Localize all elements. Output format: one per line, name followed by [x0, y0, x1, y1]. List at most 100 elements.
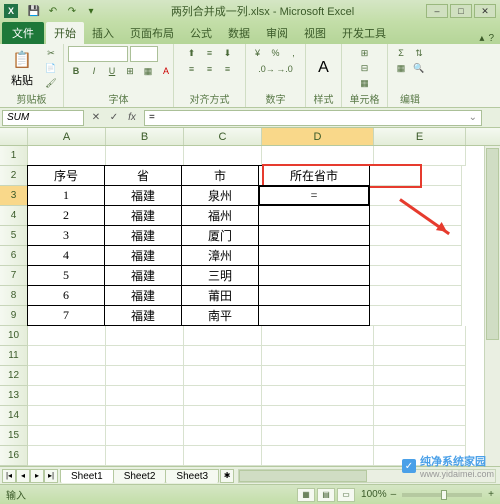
cell-D7[interactable] — [258, 265, 370, 286]
row-header-5[interactable]: 5 — [0, 226, 28, 246]
row-header-13[interactable]: 13 — [0, 386, 28, 406]
cell-B16[interactable] — [106, 446, 184, 466]
cell-A8[interactable]: 6 — [27, 285, 105, 306]
row-header-12[interactable]: 12 — [0, 366, 28, 386]
tab-insert[interactable]: 插入 — [84, 22, 122, 44]
border-button[interactable]: ⊞ — [122, 64, 138, 78]
col-header-A[interactable]: A — [28, 128, 106, 145]
enter-formula-button[interactable]: ✓ — [106, 110, 122, 126]
col-header-C[interactable]: C — [184, 128, 262, 145]
maximize-button[interactable]: □ — [450, 4, 472, 18]
row-header-10[interactable]: 10 — [0, 326, 28, 346]
cell-C6[interactable]: 漳州 — [181, 245, 259, 266]
cell-D14[interactable] — [262, 406, 374, 426]
cell-C15[interactable] — [184, 426, 262, 446]
cell-B5[interactable]: 福建 — [104, 225, 182, 246]
row-header-4[interactable]: 4 — [0, 206, 28, 226]
font-name-select[interactable] — [68, 46, 128, 62]
row-header-9[interactable]: 9 — [0, 306, 28, 326]
cell-C5[interactable]: 厦门 — [181, 225, 259, 246]
italic-button[interactable]: I — [86, 64, 102, 78]
comma-button[interactable]: , — [286, 46, 302, 60]
cell-B7[interactable]: 福建 — [104, 265, 182, 286]
zoom-slider[interactable] — [402, 493, 482, 497]
font-size-select[interactable] — [130, 46, 158, 62]
cell-B6[interactable]: 福建 — [104, 245, 182, 266]
cell-D11[interactable] — [262, 346, 374, 366]
styles-button[interactable]: A — [310, 56, 337, 80]
sheet-nav-next[interactable]: ▸ — [30, 469, 44, 483]
cell-D9[interactable] — [258, 305, 370, 326]
cell-B2[interactable]: 省 — [104, 165, 182, 186]
cell-E3[interactable] — [370, 186, 462, 206]
decrease-decimal-button[interactable]: →.0 — [277, 62, 293, 76]
fill-button[interactable]: ▦ — [393, 61, 409, 75]
cell-E10[interactable] — [374, 326, 466, 346]
redo-button[interactable]: ↷ — [64, 3, 80, 19]
paste-button[interactable]: 📋 粘贴 — [4, 48, 40, 88]
zoom-out-button[interactable]: – — [391, 489, 397, 500]
cell-B13[interactable] — [106, 386, 184, 406]
format-cells-button[interactable]: ▦ — [359, 76, 370, 90]
cell-B15[interactable] — [106, 426, 184, 446]
currency-button[interactable]: ¥ — [250, 46, 266, 60]
delete-cells-button[interactable]: ⊟ — [360, 61, 370, 75]
undo-button[interactable]: ↶ — [45, 3, 61, 19]
fx-button[interactable]: fx — [124, 110, 140, 126]
tab-developer[interactable]: 开发工具 — [334, 22, 394, 44]
row-header-2[interactable]: 2 — [0, 166, 28, 186]
cell-D1[interactable] — [262, 146, 374, 166]
autosum-button[interactable]: Σ — [393, 46, 409, 60]
cell-B8[interactable]: 福建 — [104, 285, 182, 306]
cell-D12[interactable] — [262, 366, 374, 386]
cell-D3[interactable]: = — [258, 185, 370, 206]
cell-E5[interactable] — [370, 226, 462, 246]
cell-A16[interactable] — [28, 446, 106, 466]
cell-B11[interactable] — [106, 346, 184, 366]
align-middle-button[interactable]: ≡ — [202, 46, 218, 60]
sheet-nav-first[interactable]: |◂ — [2, 469, 16, 483]
fill-color-button[interactable]: ▦ — [140, 64, 156, 78]
cell-E14[interactable] — [374, 406, 466, 426]
cell-E8[interactable] — [370, 286, 462, 306]
row-header-16[interactable]: 16 — [0, 446, 28, 466]
expand-formula-bar[interactable]: ⌄ — [469, 112, 477, 123]
cell-A6[interactable]: 4 — [27, 245, 105, 266]
tab-review[interactable]: 审阅 — [258, 22, 296, 44]
sheet-nav-prev[interactable]: ◂ — [16, 469, 30, 483]
row-header-11[interactable]: 11 — [0, 346, 28, 366]
sheet-nav-last[interactable]: ▸| — [44, 469, 58, 483]
zoom-in-button[interactable]: + — [488, 489, 494, 500]
cell-B12[interactable] — [106, 366, 184, 386]
cell-E7[interactable] — [370, 266, 462, 286]
view-page-break-button[interactable]: ▭ — [337, 488, 355, 502]
cell-A5[interactable]: 3 — [27, 225, 105, 246]
cell-D6[interactable] — [258, 245, 370, 266]
percent-button[interactable]: % — [268, 46, 284, 60]
cancel-formula-button[interactable]: ✕ — [88, 110, 104, 126]
cell-D16[interactable] — [262, 446, 374, 466]
close-button[interactable]: ✕ — [474, 4, 496, 18]
align-right-button[interactable]: ≡ — [220, 62, 236, 76]
cell-E6[interactable] — [370, 246, 462, 266]
align-left-button[interactable]: ≡ — [184, 62, 200, 76]
qat-dropdown[interactable]: ▾ — [83, 3, 99, 19]
cell-E2[interactable] — [370, 166, 462, 186]
insert-cells-button[interactable]: ⊞ — [360, 46, 370, 60]
format-painter-button[interactable]: 🖌 — [43, 76, 59, 90]
cell-C12[interactable] — [184, 366, 262, 386]
cell-A15[interactable] — [28, 426, 106, 446]
cell-C14[interactable] — [184, 406, 262, 426]
row-header-14[interactable]: 14 — [0, 406, 28, 426]
align-top-button[interactable]: ⬆ — [184, 46, 200, 60]
save-button[interactable]: 💾 — [26, 3, 42, 19]
cell-B4[interactable]: 福建 — [104, 205, 182, 226]
row-header-15[interactable]: 15 — [0, 426, 28, 446]
cell-C13[interactable] — [184, 386, 262, 406]
cell-D13[interactable] — [262, 386, 374, 406]
align-center-button[interactable]: ≡ — [202, 62, 218, 76]
horizontal-scrollbar[interactable] — [238, 469, 496, 483]
new-sheet-button[interactable]: ✱ — [220, 469, 234, 483]
cell-A1[interactable] — [28, 146, 106, 166]
cell-E9[interactable] — [370, 306, 462, 326]
